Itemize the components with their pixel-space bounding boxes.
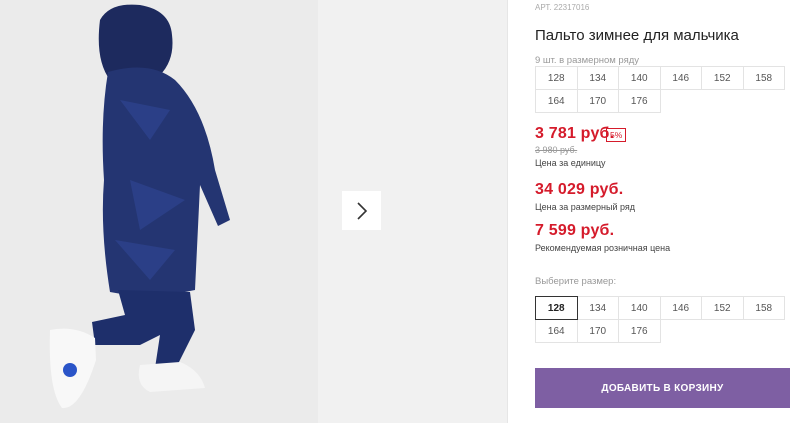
size-row-cell: 158 bbox=[742, 66, 785, 90]
size-row-cell: 170 bbox=[576, 89, 619, 113]
pack-note: 9 шт. в размерном ряду bbox=[535, 55, 640, 66]
unit-price-caption: Цена за единицу bbox=[535, 158, 606, 168]
size-option-row: 164 170 176 bbox=[535, 319, 790, 343]
product-photo-illustration bbox=[0, 0, 318, 423]
old-price: 3 980 руб. bbox=[535, 145, 578, 155]
size-select-label: Выберите размер: bbox=[535, 276, 617, 287]
panel-divider bbox=[507, 0, 508, 423]
size-option[interactable]: 164 bbox=[535, 319, 578, 343]
size-selector: 128 134 140 146 152 158 164 170 176 bbox=[535, 296, 790, 343]
size-row: 164 170 176 bbox=[535, 89, 790, 113]
size-option[interactable]: 176 bbox=[618, 319, 661, 343]
article-number: АРТ. 22317016 bbox=[535, 3, 590, 12]
size-row-cell: 176 bbox=[618, 89, 661, 113]
retail-price-caption: Рекомендуемая розничная цена bbox=[535, 243, 671, 253]
size-row-cell: 128 bbox=[535, 66, 578, 90]
chevron-right-icon bbox=[356, 201, 367, 220]
size-row-cell: 146 bbox=[659, 66, 702, 90]
product-photo bbox=[0, 0, 318, 423]
size-row: 128 134 140 146 152 158 bbox=[535, 66, 790, 90]
size-option[interactable]: 146 bbox=[659, 296, 702, 320]
size-row-cell: 134 bbox=[576, 66, 619, 90]
size-row-cell: 152 bbox=[701, 66, 744, 90]
size-option[interactable]: 158 bbox=[742, 296, 785, 320]
product-title: Пальто зимнее для мальчика bbox=[535, 27, 739, 44]
discount-badge: 5% bbox=[606, 128, 627, 142]
size-row-cell: 164 bbox=[535, 89, 578, 113]
size-option-row: 128 134 140 146 152 158 bbox=[535, 296, 790, 320]
size-option[interactable]: 170 bbox=[576, 319, 619, 343]
set-price: 34 029 руб. bbox=[535, 181, 624, 198]
size-row-grid: 128 134 140 146 152 158 164 170 176 bbox=[535, 66, 790, 113]
size-row-cell: 140 bbox=[618, 66, 661, 90]
unit-price: 3 781 руб. bbox=[535, 125, 615, 142]
product-gallery bbox=[0, 0, 507, 423]
size-option[interactable]: 134 bbox=[576, 296, 619, 320]
size-option[interactable]: 152 bbox=[701, 296, 744, 320]
set-price-caption: Цена за размерный ряд bbox=[535, 202, 636, 212]
size-option-selected[interactable]: 128 bbox=[535, 296, 578, 320]
size-option[interactable]: 140 bbox=[618, 296, 661, 320]
retail-price: 7 599 руб. bbox=[535, 222, 615, 239]
add-to-cart-button[interactable]: ДОБАВИТЬ В КОРЗИНУ bbox=[535, 368, 790, 408]
gallery-next-button[interactable] bbox=[342, 191, 381, 230]
